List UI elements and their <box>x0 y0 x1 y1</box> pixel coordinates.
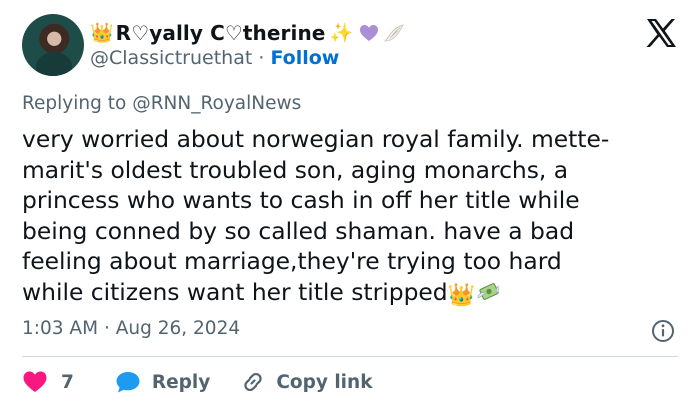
display-name-part-3: therine <box>242 21 326 45</box>
x-logo-icon[interactable] <box>645 18 677 48</box>
copy-link-label: Copy link <box>276 371 373 393</box>
display-name-part-2: yally C <box>149 21 225 45</box>
separator-dot: · <box>258 47 265 69</box>
purple-heart-icon <box>360 25 379 41</box>
link-icon <box>244 372 262 392</box>
info-icon[interactable] <box>651 319 675 343</box>
like-count: 7 <box>61 371 74 393</box>
heart-outline-glyph: ♡ <box>224 21 243 45</box>
money-with-wings-icon <box>477 282 500 300</box>
reply-button[interactable]: Reply <box>115 370 210 394</box>
handle-row: @Classictruethat · Follow <box>90 47 339 69</box>
reply-bubble-icon <box>116 372 140 393</box>
tweet-date: Aug 26, 2024 <box>115 318 241 339</box>
crown-icon: 👑 <box>90 21 114 44</box>
action-bar: 7 Reply Copy link <box>22 368 373 396</box>
tweet-time: 1:03 AM <box>22 318 99 339</box>
tweet-timestamp[interactable]: 1:03 AM · Aug 26, 2024 <box>22 318 240 339</box>
display-name[interactable]: R♡yally C♡therine <box>116 21 326 45</box>
reply-label: Reply <box>151 371 211 393</box>
display-name-part-1: R <box>115 21 132 45</box>
display-name-row[interactable]: 👑 R♡yally C♡therine ✨ <box>90 18 405 48</box>
heart-icon <box>23 371 47 392</box>
user-handle[interactable]: @Classictruethat <box>90 47 252 69</box>
sparkles-icon: ✨ <box>329 21 354 44</box>
heart-outline-glyph: ♡ <box>131 21 150 45</box>
avatar[interactable] <box>22 14 84 76</box>
wing-icon <box>384 24 404 42</box>
divider <box>22 356 678 357</box>
replying-to-mention[interactable]: @RNN_RoyalNews <box>132 93 301 114</box>
replying-to: Replying to @RNN_RoyalNews <box>22 93 301 114</box>
tweet-body: very worried about norwegian royal famil… <box>22 125 610 306</box>
crown-icon: 👑 <box>447 282 476 308</box>
follow-button[interactable]: Follow <box>270 47 339 69</box>
tweet-text: very worried about norwegian royal famil… <box>22 124 682 311</box>
like-button[interactable]: 7 <box>22 370 74 394</box>
copy-link-button[interactable]: Copy link <box>241 370 373 394</box>
replying-to-prefix: Replying to <box>22 93 127 114</box>
separator-dot: · <box>103 318 110 339</box>
